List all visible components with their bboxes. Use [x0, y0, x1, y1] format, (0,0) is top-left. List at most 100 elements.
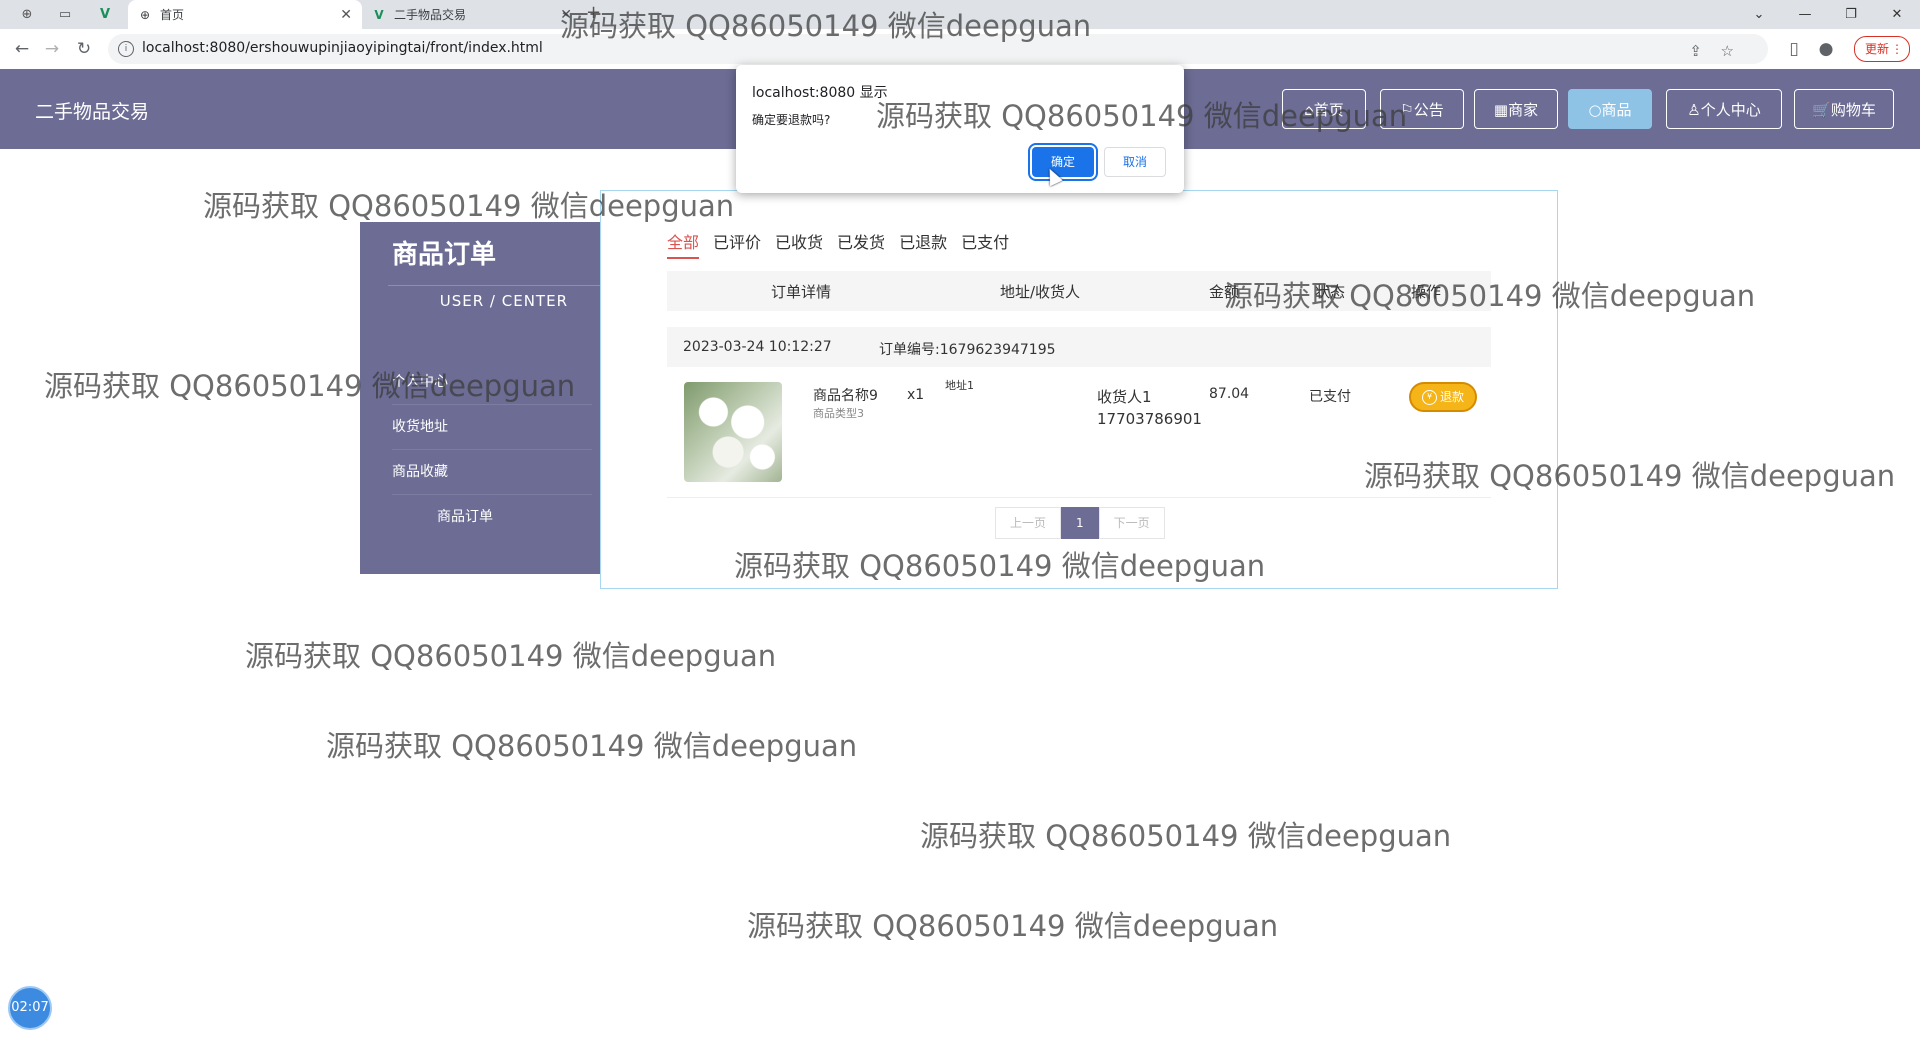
tab-all[interactable]: 全部: [667, 229, 700, 259]
prev-page-button[interactable]: 上一页: [995, 507, 1062, 539]
product-image[interactable]: [684, 382, 782, 482]
sidebar-item-orders[interactable]: 商品订单: [392, 495, 592, 540]
refund-label: 退款: [1439, 390, 1464, 404]
pagination: 上一页 1 下一页: [995, 507, 1165, 539]
product-quantity: x1: [907, 387, 925, 403]
order-status: 已支付: [1309, 389, 1351, 405]
store-icon: ▦: [1493, 101, 1509, 119]
minimize-icon[interactable]: —: [1782, 0, 1828, 29]
close-window-icon[interactable]: ✕: [1874, 0, 1920, 29]
user-sidebar: 商品订单 USER / CENTER 个人中心 收货地址 商品收藏 商品订单: [360, 222, 600, 574]
flag-icon: ⚐: [1400, 101, 1414, 119]
sidebar-item-user-center[interactable]: 个人中心: [392, 360, 592, 405]
menu-dots-icon: ⋮: [1891, 42, 1903, 56]
tab-title: 二手物品交易: [394, 8, 467, 22]
product-name[interactable]: 商品名称9: [813, 385, 878, 405]
new-tab-icon[interactable]: +: [586, 2, 601, 23]
tab-received[interactable]: 已收货: [775, 229, 823, 259]
dialog-message: 确定要退款吗?: [752, 113, 831, 127]
tab-title: 首页: [160, 8, 185, 22]
order-meta-row: 2023-03-24 10:12:27 订单编号:1679623947195: [667, 327, 1491, 367]
tab-shop[interactable]: V 二手物品交易 ✕: [362, 0, 582, 29]
column-header: 订单详情: [771, 283, 832, 301]
share-icon[interactable]: ⇪: [1689, 42, 1702, 60]
column-header: 状态: [1315, 283, 1346, 301]
nav-label: 商家: [1508, 101, 1539, 119]
receiver-phone: 17703786901: [1097, 410, 1202, 428]
tab-reviewed[interactable]: 已评价: [713, 229, 761, 259]
nav-goods[interactable]: ○商品: [1568, 89, 1652, 129]
dialog-title: localhost:8080 显示: [752, 85, 888, 101]
refund-button[interactable]: ¥ 退款: [1409, 382, 1477, 412]
nav-cart[interactable]: 🛒购物车: [1794, 89, 1894, 129]
nav-merchant[interactable]: ▦商家: [1474, 89, 1558, 129]
forward-icon[interactable]: →: [40, 37, 64, 61]
side-panel-icon[interactable]: ▯: [1782, 37, 1806, 61]
nav-notice[interactable]: ⚐公告: [1380, 89, 1464, 129]
profile-icon[interactable]: ●: [1814, 37, 1838, 61]
next-page-button[interactable]: 下一页: [1098, 507, 1165, 539]
omnibox[interactable]: i localhost:8080/ershouwupinjiaoyipingta…: [108, 34, 1768, 64]
table-header: 订单详情 地址/收货人 金额 状态 操作: [667, 271, 1491, 311]
pinned-tab-vue-icon[interactable]: V: [90, 0, 120, 29]
orders-panel: 全部 已评价 已收货 已发货 已退款 已支付 订单详情 地址/收货人 金额 状态…: [600, 190, 1558, 589]
close-icon[interactable]: ✕: [560, 7, 572, 23]
reload-icon[interactable]: ↻: [72, 37, 96, 61]
tab-paid[interactable]: 已支付: [961, 229, 1009, 259]
url-text[interactable]: localhost:8080/ershouwupinjiaoyipingtai/…: [142, 40, 543, 56]
user-icon: ♙: [1687, 101, 1701, 119]
bookmark-star-icon[interactable]: ☆: [1721, 42, 1734, 60]
pinned-tab-globe-icon[interactable]: ⊕: [12, 0, 42, 29]
goods-icon: ○: [1588, 101, 1602, 119]
vue-icon: V: [374, 7, 384, 22]
product-type: 商品类型3: [813, 407, 864, 420]
watermark-text: 源码获取 QQ86050149 微信deepguan: [245, 639, 777, 673]
nav-label: 个人中心: [1700, 101, 1761, 119]
recording-timer[interactable]: 02:07: [8, 986, 52, 1030]
order-time: 2023-03-24 10:12:27: [683, 339, 832, 355]
column-header: 金额: [1209, 283, 1240, 301]
nav-label: 公告: [1413, 101, 1444, 119]
column-header: 操作: [1411, 283, 1442, 301]
nav-label: 商品: [1601, 101, 1632, 119]
update-label: 更新: [1864, 42, 1889, 56]
home-icon: ⌂: [1304, 101, 1314, 119]
order-amount: 87.04: [1209, 386, 1250, 402]
close-icon[interactable]: ✕: [340, 7, 352, 23]
address-bar: ← → ↻ i localhost:8080/ershouwupinjiaoyi…: [0, 29, 1920, 70]
tab-shipped[interactable]: 已发货: [837, 229, 885, 259]
update-button[interactable]: 更新 ⋮: [1853, 36, 1910, 62]
table-row: 商品名称9 商品类型3 x1 地址1 收货人1 17703786901 87.0…: [667, 367, 1491, 498]
nav-label: 购物车: [1830, 101, 1876, 119]
tab-refunded[interactable]: 已退款: [899, 229, 947, 259]
order-status-tabs: 全部 已评价 已收货 已发货 已退款 已支付: [667, 229, 1009, 259]
restore-icon[interactable]: ❐: [1828, 0, 1874, 29]
watermark-text: 源码获取 QQ86050149 微信deepguan: [920, 819, 1452, 853]
dialog-cancel-button[interactable]: 取消: [1104, 147, 1166, 177]
back-icon[interactable]: ←: [10, 37, 34, 61]
coin-icon: ¥: [1421, 390, 1437, 405]
sidebar-item-favorites[interactable]: 商品收藏: [392, 450, 592, 495]
order-number: 订单编号:1679623947195: [879, 342, 1056, 358]
watermark-text: 源码获取 QQ86050149 微信deepguan: [747, 909, 1279, 943]
browser-tab-bar: ⊕ ▭ V ⊕ 首页 ✕ V 二手物品交易 ✕ + ⌄ — ❐ ✕: [0, 0, 1920, 29]
nav-home[interactable]: ⌂首页: [1282, 89, 1366, 129]
sidebar-title: 商品订单: [392, 240, 497, 270]
nav-label: 首页: [1313, 101, 1344, 119]
confirm-dialog: localhost:8080 显示 确定要退款吗? 确定 取消: [736, 65, 1184, 193]
watermark-text: 源码获取 QQ86050149 微信deepguan: [326, 729, 858, 763]
sidebar-subtitle: USER / CENTER: [388, 285, 600, 310]
site-info-icon[interactable]: i: [118, 41, 134, 57]
globe-icon: ⊕: [139, 7, 151, 22]
tab-home[interactable]: ⊕ 首页 ✕: [128, 0, 362, 29]
column-header: 地址/收货人: [1000, 283, 1081, 301]
dialog-ok-button[interactable]: 确定: [1028, 143, 1098, 181]
receiver-name: 收货人1: [1097, 388, 1152, 406]
pinned-tab-page-icon[interactable]: ▭: [50, 0, 80, 29]
nav-user-center[interactable]: ♙个人中心: [1666, 89, 1782, 129]
order-address: 地址1: [945, 379, 974, 392]
sidebar-item-address[interactable]: 收货地址: [392, 405, 592, 450]
tab-search-icon[interactable]: ⌄: [1736, 0, 1782, 29]
page-number-current[interactable]: 1: [1061, 507, 1099, 539]
site-title: 二手物品交易: [35, 101, 150, 123]
